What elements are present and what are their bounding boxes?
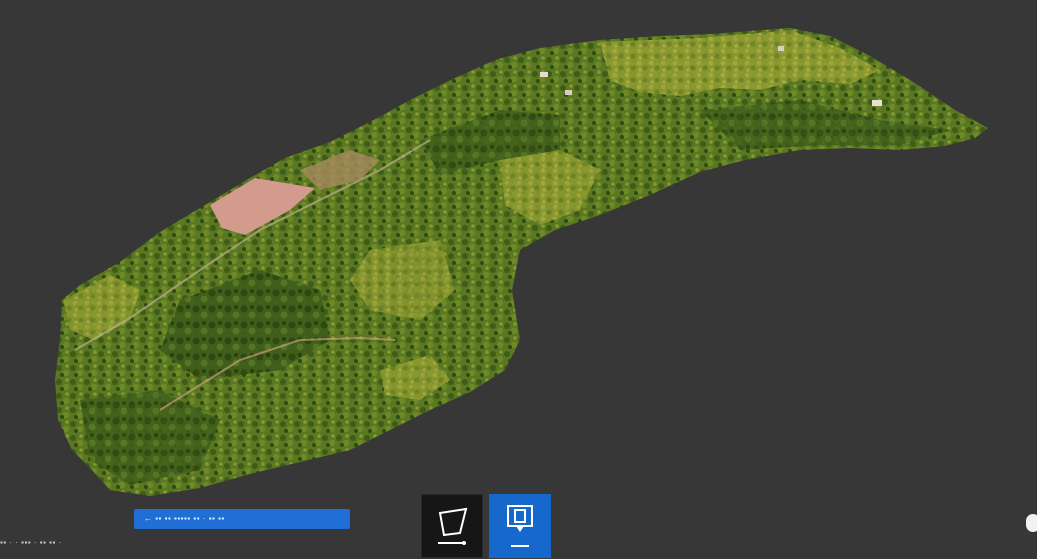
building-marker <box>565 90 572 95</box>
building-marker <box>872 100 882 106</box>
building-marker <box>778 46 784 51</box>
terrain-model[interactable] <box>0 0 1037 558</box>
point-tool-button[interactable] <box>489 494 551 558</box>
status-bar: ← ▪▪ ▪▪ ▪▪▪▪▪ ▪▪ · ▪▪ ▪▪ <box>134 509 350 529</box>
building-marker <box>540 72 548 77</box>
panel-handle[interactable] <box>1026 514 1037 532</box>
polygon-tool-button[interactable] <box>421 494 483 558</box>
polygon-icon <box>438 507 468 545</box>
3d-viewport[interactable]: ← ▪▪ ▪▪ ▪▪▪▪▪ ▪▪ · ▪▪ ▪▪ ▪▪ · · ▪▪▪ · ▪▪… <box>0 0 1037 558</box>
coordinate-readout: ▪▪ · · ▪▪▪ · ▪▪ ▪▪ · <box>0 538 62 547</box>
point-marker-icon <box>507 505 533 547</box>
